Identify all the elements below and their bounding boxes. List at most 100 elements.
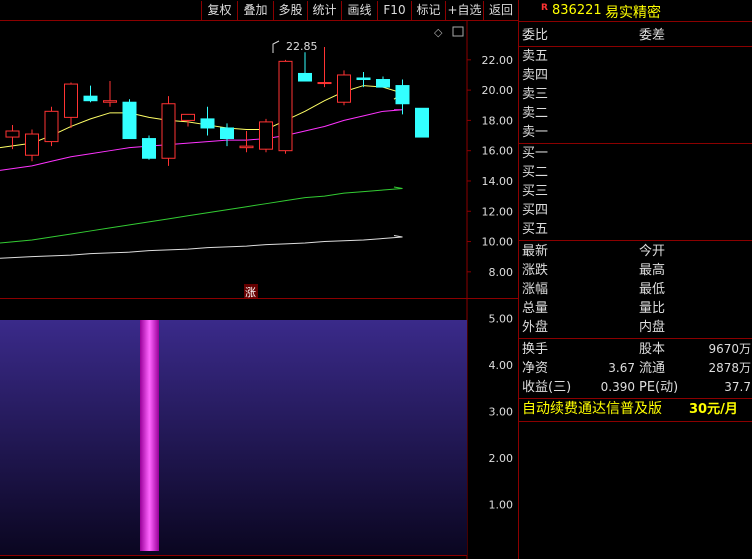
ad-text[interactable]: 自动续费通达信普及版 bbox=[522, 399, 662, 420]
volume-background bbox=[0, 320, 467, 555]
overlay-button[interactable]: 叠加 bbox=[237, 1, 273, 20]
volume-tick-label: 3.00 bbox=[489, 406, 514, 419]
quote-row: 涨跌 最高 bbox=[519, 261, 752, 280]
quote-label: 量比 bbox=[639, 301, 666, 316]
volume-tick-label: 4.00 bbox=[489, 359, 514, 372]
candle-body bbox=[64, 83, 78, 118]
buy-level-2: 买二 bbox=[519, 163, 752, 182]
high-price-label: 22.85 bbox=[286, 40, 318, 53]
fuquan-button[interactable]: 复权 bbox=[201, 1, 237, 20]
fund-label: 收益(三) bbox=[522, 380, 572, 395]
candle-body bbox=[337, 74, 351, 103]
volume-axis: 5.00 4.00 3.00 2.00 1.00 bbox=[489, 313, 514, 512]
stock-code[interactable]: 836221 bbox=[552, 3, 602, 18]
quote-panel: R 836221 易实精密 委比 委差 卖五 卖四 卖三 卖二 卖一 买一 买二… bbox=[518, 0, 752, 559]
candle-body bbox=[122, 101, 137, 140]
fund-value: 3.67 bbox=[608, 361, 635, 375]
order-ratio-label: 委比 bbox=[522, 28, 549, 43]
candle-body bbox=[25, 133, 39, 156]
ma-line bbox=[0, 186, 403, 244]
divider bbox=[519, 338, 752, 339]
fund-label: 换手 bbox=[522, 342, 549, 357]
buy-level-label: 买四 bbox=[522, 203, 549, 218]
add-watchlist-button[interactable]: +自选 bbox=[445, 1, 483, 20]
sell-level-label: 卖一 bbox=[522, 125, 549, 140]
divider bbox=[519, 240, 752, 241]
fund-label: 流通 bbox=[639, 361, 666, 376]
buy-level-label: 买二 bbox=[522, 165, 549, 180]
mark-button[interactable]: 标记 bbox=[411, 1, 445, 20]
quote-label: 最低 bbox=[639, 282, 666, 297]
buy-level-label: 买三 bbox=[522, 184, 549, 199]
multi-stock-button[interactable]: 多股 bbox=[273, 1, 307, 20]
quote-label: 最高 bbox=[639, 263, 666, 278]
sell-level-label: 卖三 bbox=[522, 87, 549, 102]
candle-body bbox=[356, 77, 371, 81]
quote-label: 最新 bbox=[522, 244, 549, 259]
stock-title: R 836221 易实精密 bbox=[519, 0, 752, 22]
volume-tick-label: 2.00 bbox=[489, 452, 514, 465]
buy-level-3: 买三 bbox=[519, 182, 752, 201]
fund-value: 2878万 bbox=[708, 361, 751, 375]
candle-body bbox=[239, 145, 254, 149]
buy-level-label: 买一 bbox=[522, 146, 549, 161]
statistics-button[interactable]: 统计 bbox=[307, 1, 341, 20]
quote-label: 内盘 bbox=[639, 320, 666, 335]
buy-level-4: 买四 bbox=[519, 201, 752, 220]
ad-banner[interactable]: 自动续费通达信普及版 30元/月 bbox=[519, 399, 752, 421]
buy-level-label: 买五 bbox=[522, 222, 549, 237]
kline-chart[interactable]: 22.0020.0018.0016.0014.0012.0010.008.00 … bbox=[0, 0, 518, 559]
sell-level-5: 卖五 bbox=[519, 47, 752, 66]
order-ratio-row: 委比 委差 bbox=[519, 26, 752, 45]
quote-label: 涨幅 bbox=[522, 282, 549, 297]
price-tick-label: 18.00 bbox=[482, 114, 514, 127]
sell-level-1: 卖一 bbox=[519, 123, 752, 142]
quote-label: 今开 bbox=[639, 244, 666, 259]
draw-line-button[interactable]: 画线 bbox=[341, 1, 377, 20]
toolbar: 复权 叠加 多股 统计 画线 F10 标记 +自选 返回 bbox=[0, 0, 518, 21]
price-axis: 22.00 20.00 18.00 16.00 14.00 12.00 10.00 8.00 bbox=[467, 54, 513, 279]
quote-row: 涨幅 最低 bbox=[519, 280, 752, 299]
rise-marker: 涨 bbox=[245, 286, 256, 299]
stock-name[interactable]: 易实精密 bbox=[605, 2, 661, 22]
volume-bar bbox=[140, 320, 159, 551]
fund-row: 收益(三) 0.390 PE(动) 37.7 bbox=[519, 378, 752, 397]
quote-label: 涨跌 bbox=[522, 263, 549, 278]
buy-level-5: 买五 bbox=[519, 220, 752, 239]
candlesticks bbox=[5, 46, 429, 166]
candle-body bbox=[317, 82, 332, 85]
candle-body bbox=[5, 130, 20, 138]
price-tick-label: 8.00 bbox=[489, 266, 514, 279]
price-tick-label: 22.00 bbox=[482, 54, 514, 67]
candle-body bbox=[415, 107, 429, 138]
ad-price[interactable]: 30元/月 bbox=[689, 399, 738, 420]
fund-value: 0.390 bbox=[600, 380, 635, 394]
ma-line bbox=[0, 234, 403, 259]
price-tick-label: 12.00 bbox=[482, 205, 514, 218]
candle-body bbox=[200, 118, 215, 129]
quote-row: 外盘 内盘 bbox=[519, 318, 752, 337]
price-tick-label: 16.00 bbox=[482, 145, 514, 158]
quote-label: 外盘 bbox=[522, 320, 549, 335]
candle-body bbox=[181, 113, 195, 121]
buy-level-1: 买一 bbox=[519, 144, 752, 163]
candle-body bbox=[395, 85, 410, 105]
r-badge: R bbox=[541, 3, 548, 13]
volume-tick-label: 1.00 bbox=[489, 499, 514, 512]
price-tick-label: 14.00 bbox=[482, 175, 514, 188]
back-button[interactable]: 返回 bbox=[483, 1, 518, 20]
candle-body bbox=[376, 79, 390, 88]
price-tick-label: 20.00 bbox=[482, 84, 514, 97]
candle-body bbox=[83, 95, 98, 102]
quote-row: 总量 量比 bbox=[519, 299, 752, 318]
candle-body bbox=[259, 121, 273, 150]
candle-body bbox=[103, 100, 117, 103]
f10-button[interactable]: F10 bbox=[377, 1, 411, 20]
order-diff-label: 委差 bbox=[639, 28, 666, 43]
window-icon[interactable] bbox=[452, 26, 464, 37]
high-pointer bbox=[272, 40, 280, 53]
diamond-icon[interactable]: ◇ bbox=[434, 26, 443, 39]
candle-body bbox=[220, 127, 234, 140]
moving-averages bbox=[0, 85, 404, 259]
fund-value: 37.7 bbox=[724, 380, 751, 394]
